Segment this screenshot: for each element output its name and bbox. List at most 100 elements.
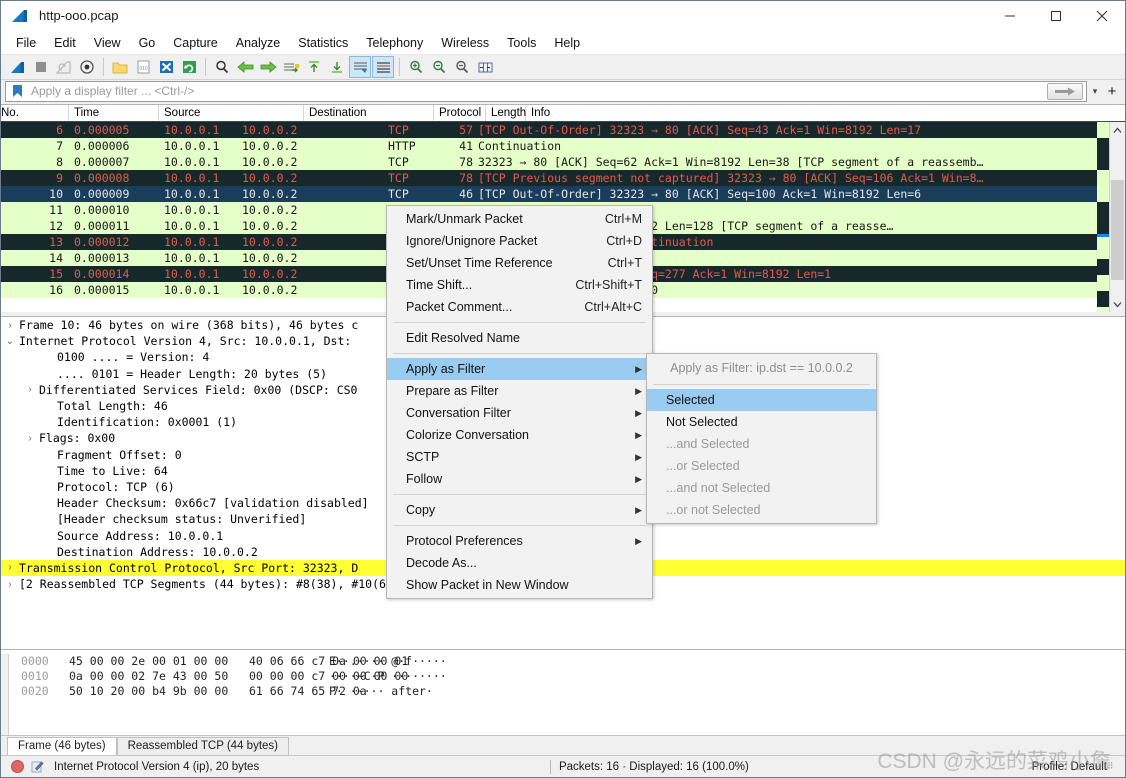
go-first-packet-icon[interactable] xyxy=(303,56,325,78)
menu-capture[interactable]: Capture xyxy=(164,34,226,52)
colorize-packets-icon[interactable] xyxy=(372,56,394,78)
maximize-button[interactable] xyxy=(1033,1,1079,31)
context-menu-item[interactable]: Time Shift...Ctrl+Shift+T xyxy=(387,274,652,296)
filter-history-dropdown[interactable]: ▾ xyxy=(1087,86,1103,97)
context-menu-item[interactable]: Ignore/Unignore PacketCtrl+D xyxy=(387,230,652,252)
context-menu-item[interactable]: Conversation Filter▶ xyxy=(387,402,652,424)
packet-no: 15 xyxy=(1,267,69,281)
packet-row[interactable]: 60.00000510.0.0.110.0.0.2TCP57[TCP Out-O… xyxy=(1,122,1125,138)
restart-capture-icon[interactable] xyxy=(53,56,75,78)
context-menu-item[interactable]: Mark/Unmark PacketCtrl+M xyxy=(387,208,652,230)
open-file-icon[interactable] xyxy=(109,56,131,78)
capture-options-icon[interactable] xyxy=(76,56,98,78)
context-menu-item[interactable]: SCTP▶ xyxy=(387,446,652,468)
packet-context-menu[interactable]: Mark/Unmark PacketCtrl+MIgnore/Unignore … xyxy=(386,205,653,599)
menu-help[interactable]: Help xyxy=(545,34,589,52)
find-packet-icon[interactable] xyxy=(211,56,233,78)
go-forward-icon[interactable] xyxy=(257,56,279,78)
context-menu-item[interactable]: Colorize Conversation▶ xyxy=(387,424,652,446)
close-button[interactable] xyxy=(1079,1,1125,31)
submenu-item[interactable]: Not Selected xyxy=(647,411,876,433)
context-menu-item[interactable]: Decode As... xyxy=(387,552,652,574)
column-header-time[interactable]: Time xyxy=(69,105,159,121)
minimize-button[interactable] xyxy=(987,1,1033,31)
menu-statistics[interactable]: Statistics xyxy=(289,34,357,52)
packet-row[interactable]: 90.00000810.0.0.110.0.0.2TCP78[TCP Previ… xyxy=(1,170,1125,186)
filter-bookmark-icon[interactable] xyxy=(6,84,28,98)
packet-list-scrollbar[interactable] xyxy=(1109,122,1125,312)
go-last-packet-icon[interactable] xyxy=(326,56,348,78)
packet-no: 10 xyxy=(1,187,69,201)
context-menu-item[interactable]: Follow▶ xyxy=(387,468,652,490)
column-header-no[interactable]: No. xyxy=(1,105,69,121)
context-menu-item[interactable]: Show Packet in New Window xyxy=(387,574,652,596)
submenu-item[interactable]: ...and not Selected xyxy=(647,477,876,499)
menu-file[interactable]: File xyxy=(7,34,45,52)
menu-analyze[interactable]: Analyze xyxy=(227,34,289,52)
submenu-item[interactable]: ...or not Selected xyxy=(647,499,876,521)
apply-filter-button[interactable] xyxy=(1047,83,1083,100)
apply-as-filter-submenu[interactable]: Apply as Filter: ip.dst == 10.0.0.2Selec… xyxy=(646,353,877,524)
packet-list-scroll-thumb[interactable] xyxy=(1111,180,1124,280)
expander-icon[interactable]: › xyxy=(1,579,19,590)
context-menu-item[interactable]: Protocol Preferences▶ xyxy=(387,530,652,552)
start-capture-icon[interactable] xyxy=(7,56,29,78)
zoom-reset-icon[interactable] xyxy=(451,56,473,78)
filter-add-button[interactable]: + xyxy=(1103,83,1121,100)
menu-go[interactable]: Go xyxy=(130,34,165,52)
hex-bytes: 0a 00 00 02 7e 43 00 50 00 00 00 c7 00 0… xyxy=(69,669,309,684)
column-header-destination[interactable]: Destination xyxy=(304,105,434,121)
go-to-packet-icon[interactable] xyxy=(280,56,302,78)
context-menu-item[interactable]: Set/Unset Time ReferenceCtrl+T xyxy=(387,252,652,274)
display-filter-input[interactable]: Apply a display filter ... <Ctrl-/> xyxy=(5,81,1087,102)
resize-columns-icon[interactable] xyxy=(474,56,496,78)
context-menu-item[interactable]: Packet Comment...Ctrl+Alt+C xyxy=(387,296,652,318)
hex-offset: 0010 xyxy=(21,669,69,684)
expander-icon[interactable]: › xyxy=(1,562,19,573)
packet-row[interactable]: 80.00000710.0.0.110.0.0.2TCP7832323 → 80… xyxy=(1,154,1125,170)
submenu-item[interactable]: Selected xyxy=(647,389,876,411)
go-back-icon[interactable] xyxy=(234,56,256,78)
hex-row[interactable]: 000045 00 00 2e 00 01 00 00 40 06 66 c7 … xyxy=(21,654,447,669)
menu-tools[interactable]: Tools xyxy=(498,34,545,52)
menu-telephony[interactable]: Telephony xyxy=(357,34,432,52)
expander-icon[interactable]: › xyxy=(21,384,39,395)
submenu-item[interactable]: ...and Selected xyxy=(647,433,876,455)
stop-capture-icon[interactable] xyxy=(30,56,52,78)
column-header-info[interactable]: Info xyxy=(526,105,1125,121)
hex-row[interactable]: 002050 10 20 00 b4 9b 00 00 61 66 74 65 … xyxy=(21,684,447,699)
tab-reassembled-tcp[interactable]: Reassembled TCP (44 bytes) xyxy=(117,737,289,755)
tab-frame[interactable]: Frame (46 bytes) xyxy=(7,737,117,755)
expander-icon[interactable]: › xyxy=(21,433,39,444)
resize-grip-icon[interactable]: ⠿ xyxy=(1107,761,1121,772)
hex-row[interactable]: 00100a 00 00 02 7e 43 00 50 00 00 00 c7 … xyxy=(21,669,447,684)
column-header-source[interactable]: Source xyxy=(159,105,304,121)
status-profile[interactable]: Profile: Default xyxy=(1032,761,1107,773)
zoom-in-icon[interactable] xyxy=(405,56,427,78)
open-recent-icon[interactable]: 010 xyxy=(132,56,154,78)
menu-view[interactable]: View xyxy=(85,34,130,52)
expander-icon[interactable]: ⌄ xyxy=(1,336,19,347)
context-menu-item[interactable]: Prepare as Filter▶ xyxy=(387,380,652,402)
expander-icon[interactable]: › xyxy=(1,320,19,331)
packet-row[interactable]: 70.00000610.0.0.110.0.0.2HTTP41Continuat… xyxy=(1,138,1125,154)
scroll-up-icon[interactable] xyxy=(1110,122,1126,138)
submenu-item[interactable]: ...or Selected xyxy=(647,455,876,477)
zoom-out-icon[interactable] xyxy=(428,56,450,78)
capture-status-icon[interactable] xyxy=(11,760,24,773)
menu-edit[interactable]: Edit xyxy=(45,34,85,52)
menu-wireless[interactable]: Wireless xyxy=(432,34,498,52)
capture-comment-icon[interactable] xyxy=(30,760,46,774)
reload-file-icon[interactable] xyxy=(178,56,200,78)
packet-bytes-pane[interactable]: 000045 00 00 2e 00 01 00 00 40 06 66 c7 … xyxy=(1,649,1125,735)
scroll-down-icon[interactable] xyxy=(1110,296,1126,312)
close-file-icon[interactable] xyxy=(155,56,177,78)
column-header-protocol[interactable]: Protocol xyxy=(434,105,486,121)
packet-row[interactable]: 100.00000910.0.0.110.0.0.2TCP46[TCP Out-… xyxy=(1,186,1125,202)
auto-scroll-icon[interactable] xyxy=(349,56,371,78)
packet-list-scroll-track[interactable] xyxy=(1110,138,1125,296)
column-header-length[interactable]: Length xyxy=(486,105,526,121)
context-menu-item[interactable]: Apply as Filter▶ xyxy=(387,358,652,380)
context-menu-item[interactable]: Edit Resolved Name xyxy=(387,327,652,349)
context-menu-item[interactable]: Copy▶ xyxy=(387,499,652,521)
